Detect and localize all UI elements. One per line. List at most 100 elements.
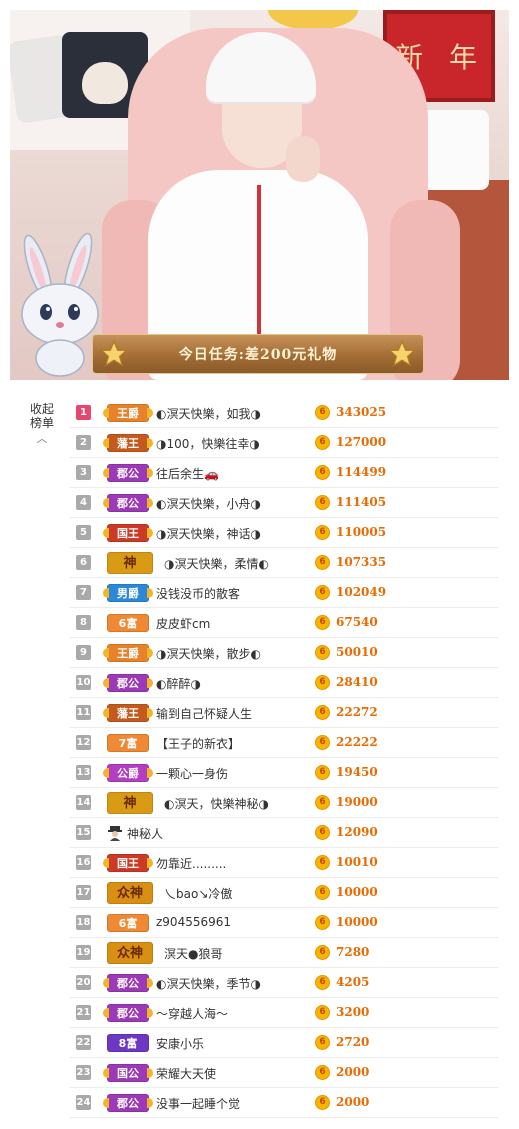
user-name[interactable]: 没钱没币的散客 [156,585,240,602]
ranking-row[interactable]: 20 郡公 ◐溟天快樂，季节◑ 6 4205 [70,968,498,998]
user-name[interactable]: ◑溟天快樂，神话◑ [156,525,261,542]
rank-number: 19 [76,945,91,960]
gold-balloon [268,10,358,30]
user-name[interactable]: z904556961 [156,915,231,929]
user-name[interactable]: 输到自己怀疑人生 [156,705,252,722]
user-level-badge: 神 [107,792,153,814]
user-name[interactable]: 安康小乐 [156,1035,204,1052]
contribution-value: 3200 [336,1005,370,1019]
ranking-row[interactable]: 19 众神 溟天●狼哥 6 7280 [70,938,498,968]
daily-task-banner[interactable]: 今日任务:差200元礼物 [92,334,424,374]
rank-number: 7 [76,585,91,600]
user-level-badge: 国公 [103,1064,153,1082]
rank-number: 15 [76,825,91,840]
ranking-row[interactable]: 3 郡公 往后余生🚗 6 114499 [70,458,498,488]
user-name[interactable]: ◑溟天快樂，柔情◐ [164,555,269,572]
contribution-value: 19000 [336,795,378,809]
user-name[interactable]: ◐溟天快樂，小舟◑ [156,495,261,512]
user-level-badge: 郡公 [103,974,153,992]
contribution-value: 114499 [336,465,387,479]
user-level-badge: 国王 [103,854,153,872]
user-level-badge: 郡公 [103,464,153,482]
ranking-row[interactable]: 22 8富 安康小乐 6 2720 [70,1028,498,1058]
coin-icon: 6 [315,495,330,510]
user-name[interactable]: ◐溟天，快樂神秘◑ [164,795,269,812]
ranking-row[interactable]: 4 郡公 ◐溟天快樂，小舟◑ 6 111405 [70,488,498,518]
user-level-badge: 王爵 [103,404,153,422]
contribution-value: 127000 [336,435,387,449]
user-name[interactable]: ◐溟天快樂，季节◑ [156,975,261,992]
ranking-row[interactable]: 10 郡公 ◐醉醉◑ 6 28410 [70,668,498,698]
ranking-row[interactable]: 1 王爵 ◐溟天快樂，如我◑ 6 343025 [70,398,498,428]
coin-icon: 6 [315,735,330,750]
ranking-row[interactable]: 11 藩王 输到自己怀疑人生 6 22272 [70,698,498,728]
ranking-row[interactable]: 23 国公 荣耀大天使 6 2000 [70,1058,498,1088]
coin-icon: 6 [315,645,330,660]
user-level-badge: 郡公 [103,1004,153,1022]
user-name[interactable]: 往后余生🚗 [156,465,219,482]
gift-ranking-list: 1 王爵 ◐溟天快樂，如我◑ 6 343025 2 藩王 ◑100，快樂往幸◑ 6 127000 3… [70,398,498,1118]
ranking-row[interactable]: 15 神秘人 6 12090 [70,818,498,848]
user-name[interactable]: 神秘人 [127,825,163,842]
contribution-value: 110005 [336,525,387,539]
ranking-row[interactable]: 13 公爵 一颗心一身伤 6 19450 [70,758,498,788]
coin-icon: 6 [315,915,330,930]
user-name[interactable]: ◑100，快樂往幸◑ [156,435,260,452]
rank-number: 20 [76,975,91,990]
user-name[interactable]: ◐溟天快樂，如我◑ [156,405,261,422]
ranking-row[interactable]: 9 王爵 ◑溟天快樂，散步◐ 6 50010 [70,638,498,668]
user-level-badge: 8富 [107,1034,149,1052]
rank-number: 1 [76,405,91,420]
user-name[interactable]: 勿靠近......... [156,855,226,872]
contribution-value: 111405 [336,495,387,509]
ranking-row[interactable]: 16 国王 勿靠近......... 6 10010 [70,848,498,878]
user-level-badge: 神 [107,552,153,574]
user-name[interactable]: ◐醉醉◑ [156,675,201,692]
ranking-row[interactable]: 6 神 ◑溟天快樂，柔情◐ 6 107335 [70,548,498,578]
star-icon [387,339,417,367]
ranking-row[interactable]: 12 7富 【王子的新衣】 6 22222 [70,728,498,758]
contribution-value: 7280 [336,945,370,959]
user-name[interactable]: 皮皮虾cm [156,615,210,632]
contribution-value: 343025 [336,405,387,419]
user-name[interactable]: 一颗心一身伤 [156,765,228,782]
coin-icon: 6 [315,975,330,990]
contribution-value: 19450 [336,765,378,779]
contribution-value: 28410 [336,675,378,689]
user-level-badge: 7富 [107,734,149,752]
user-name[interactable]: 荣耀大天使 [156,1065,216,1082]
ranking-row[interactable]: 17 众神 乀bao↘冷傲 6 10000 [70,878,498,908]
coin-icon: 6 [315,705,330,720]
ranking-row[interactable]: 5 国王 ◑溟天快樂，神话◑ 6 110005 [70,518,498,548]
ranking-row[interactable]: 14 神 ◐溟天，快樂神秘◑ 6 19000 [70,788,498,818]
user-name[interactable]: 没事一起睡个觉 [156,1095,240,1112]
contribution-value: 2000 [336,1065,370,1079]
coin-icon: 6 [315,825,330,840]
contribution-value: 4205 [336,975,370,989]
daily-task-text: 今日任务:差200元礼物 [178,347,338,363]
user-name[interactable]: ～穿越人海～ [156,1005,228,1022]
ranking-row[interactable]: 7 男爵 没钱没币的散客 6 102049 [70,578,498,608]
user-level-badge: 藩王 [103,704,153,722]
rank-number: 10 [76,675,91,690]
ranking-row[interactable]: 21 郡公 ～穿越人海～ 6 3200 [70,998,498,1028]
user-level-badge: 6富 [107,614,149,632]
ranking-row[interactable]: 24 郡公 没事一起睡个觉 6 2000 [70,1088,498,1118]
coin-icon: 6 [315,1065,330,1080]
ranking-row[interactable]: 18 6富 z904556961 6 10000 [70,908,498,938]
contribution-value: 10000 [336,885,378,899]
rank-number: 11 [76,705,91,720]
jacket-zipper [257,185,261,355]
streamer-hand [286,136,320,182]
coin-icon: 6 [315,1035,330,1050]
user-level-badge: 男爵 [103,584,153,602]
rank-number: 2 [76,435,91,450]
user-name[interactable]: 乀bao↘冷傲 [164,885,232,902]
ranking-row[interactable]: 8 6富 皮皮虾cm 6 67540 [70,608,498,638]
user-name[interactable]: 溟天●狼哥 [164,945,222,962]
user-name[interactable]: 【王子的新衣】 [156,735,240,752]
ranking-row[interactable]: 2 藩王 ◑100，快樂往幸◑ 6 127000 [70,428,498,458]
coin-icon: 6 [315,885,330,900]
user-name[interactable]: ◑溟天快樂，散步◐ [156,645,261,662]
collapse-ranking-button[interactable]: 收起 榜单 ︿ [22,402,62,446]
